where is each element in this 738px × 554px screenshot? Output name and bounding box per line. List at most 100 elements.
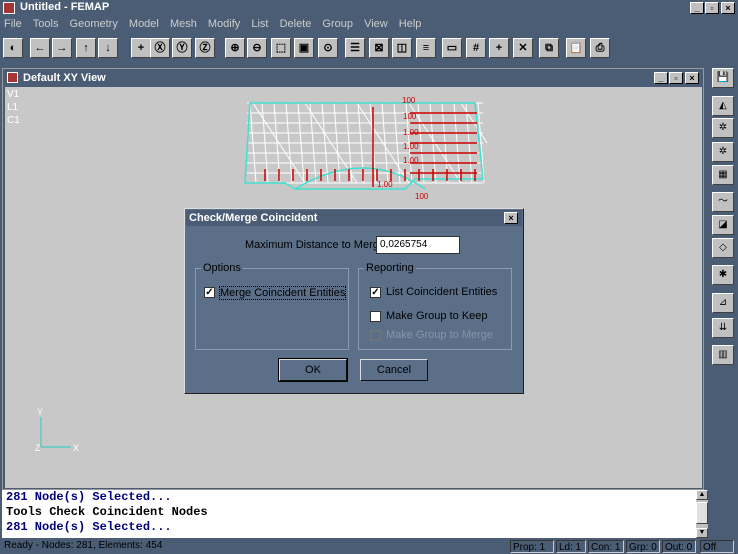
layers-icon[interactable]: ≡ [416, 38, 436, 58]
window-title: Untitled - FEMAP [20, 1, 110, 13]
axis-x-label: X [73, 443, 79, 453]
zoom-in-icon[interactable]: ⊕ [225, 38, 245, 58]
status-text: Ready - Nodes: 281, Elements: 454 [4, 540, 163, 551]
zoom-out-icon[interactable]: ⊖ [247, 38, 267, 58]
arrow-down-icon[interactable]: ⇊ [712, 318, 734, 338]
make-group-keep-label[interactable]: Make Group to Keep [386, 310, 488, 322]
status-con: Con: 1 [588, 540, 624, 553]
save-icon[interactable]: 💾 [712, 68, 734, 88]
merge-coincident-label[interactable]: Merge Coincident Entities [219, 286, 347, 300]
crosshair-icon[interactable]: + [489, 38, 509, 58]
menu-model[interactable]: Model [125, 16, 163, 30]
list-coincident-label[interactable]: List Coincident Entities [386, 286, 497, 298]
status-grp: Grp: 0 [626, 540, 660, 553]
view-minimize-button[interactable]: _ [654, 72, 668, 84]
curve-icon[interactable]: 〜 [712, 192, 734, 212]
main-toolbar: ◐ ← → ↑ ↓ + Ⓧ Ⓨ Ⓩ ⊕ ⊖ ⬚ ▣ ⊙ ☰ ⊠ ◫ ≡ ▭ # + ✕ ⧉ 📋 ⎙ [0, 35, 738, 63]
load-label: 1.00 [403, 128, 419, 137]
menu-geometry[interactable]: Geometry [66, 16, 122, 30]
rotate-x-icon[interactable]: Ⓧ [150, 38, 170, 58]
menu-list[interactable]: List [247, 16, 272, 30]
rotate-z-icon[interactable]: Ⓩ [195, 38, 215, 58]
load-icon[interactable]: ✱ [712, 265, 734, 285]
solid-icon[interactable]: ◫ [392, 38, 412, 58]
load-label: 1.00 [377, 180, 393, 189]
maximize-button[interactable]: ▫ [705, 2, 719, 14]
cancel-button[interactable]: Cancel [360, 359, 428, 381]
max-distance-input[interactable]: 0,0265754 [376, 236, 460, 254]
arrow-left-icon[interactable]: ← [30, 38, 50, 58]
surface-icon[interactable]: ◪ [712, 215, 734, 235]
merge-coincident-checkbox[interactable]: ✓ [204, 287, 215, 298]
status-off: Off [700, 540, 734, 553]
load-label: 100 [402, 96, 416, 105]
window-icon[interactable]: ▭ [442, 38, 462, 58]
make-group-merge-label: Make Group to Merge [386, 329, 493, 341]
options-group [195, 268, 349, 350]
view-maximize-button[interactable]: ▫ [669, 72, 683, 84]
menu-help[interactable]: Help [395, 16, 426, 30]
zoom-box-icon[interactable]: ⬚ [271, 38, 291, 58]
group-icon[interactable]: ▥ [712, 345, 734, 365]
console-scrollbar[interactable]: ▲ ▼ [696, 490, 708, 538]
geometry-icon[interactable]: ◭ [712, 96, 734, 116]
copy-icon[interactable]: ⧉ [539, 38, 559, 58]
view-close-button[interactable]: × [685, 72, 699, 84]
solid-icon[interactable]: ◇ [712, 238, 734, 258]
autoscale-icon[interactable]: ▣ [294, 38, 314, 58]
print-icon[interactable]: ⎙ [590, 38, 610, 58]
scroll-up-icon[interactable]: ▲ [696, 490, 708, 500]
grid-icon[interactable]: # [466, 38, 486, 58]
constraint-icon[interactable]: ⊿ [712, 293, 734, 313]
scroll-down-icon[interactable]: ▼ [696, 528, 708, 538]
list-coincident-checkbox[interactable]: ✓ [370, 287, 381, 298]
arrow-down-icon[interactable]: ↓ [98, 38, 118, 58]
load-label: 100 [415, 192, 429, 201]
rotate-y-icon[interactable]: Ⓨ [172, 38, 192, 58]
menu-group[interactable]: Group [318, 16, 357, 30]
dialog-title-bar: Check/Merge Coincident × [186, 210, 522, 226]
minimize-button[interactable]: _ [690, 2, 704, 14]
arrow-up-icon[interactable]: ↑ [76, 38, 96, 58]
status-ld: Ld: 1 [556, 540, 586, 553]
box-icon[interactable]: ⊠ [369, 38, 389, 58]
axis-z-label: Z [35, 443, 41, 453]
dialog-close-button[interactable]: × [504, 212, 518, 224]
load-label: 1.00 [403, 156, 419, 165]
max-distance-label: Maximum Distance to Merge [245, 239, 385, 251]
console-line: 281 Node(s) Selected... [6, 520, 172, 534]
options-group-label: Options [201, 262, 243, 274]
load-label: 1.00 [403, 142, 419, 151]
menu-modify[interactable]: Modify [204, 16, 244, 30]
list-view-icon[interactable]: ☰ [345, 38, 365, 58]
menu-delete[interactable]: Delete [276, 16, 316, 30]
elements-icon[interactable]: ✲ [712, 142, 734, 162]
cross-icon[interactable]: ✕ [513, 38, 533, 58]
axis-triad [40, 417, 71, 448]
status-bar: Ready - Nodes: 281, Elements: 454 Prop: … [0, 539, 738, 554]
ok-button[interactable]: OK [278, 358, 348, 382]
rotate-icon[interactable]: ◐ [3, 38, 23, 58]
app-icon[interactable] [3, 2, 15, 14]
scroll-thumb[interactable] [696, 502, 708, 524]
make-group-keep-checkbox[interactable] [370, 311, 381, 322]
menu-bar: File Tools Geometry Model Mesh Modify Li… [0, 16, 738, 34]
view-icon [7, 72, 18, 83]
dialog-title: Check/Merge Coincident [189, 212, 318, 224]
menu-view[interactable]: View [360, 16, 392, 30]
nodes-icon[interactable]: ✲ [712, 118, 734, 138]
load-label: 100 [403, 112, 417, 121]
center-icon[interactable]: ⊙ [318, 38, 338, 58]
menu-mesh[interactable]: Mesh [166, 16, 201, 30]
message-console[interactable]: 281 Node(s) Selected... Tools Check Coin… [2, 490, 696, 538]
mesh-icon[interactable]: ▦ [712, 165, 734, 185]
console-line: 281 Node(s) Selected... [6, 490, 172, 504]
paste-icon[interactable]: 📋 [566, 38, 586, 58]
view-title: Default XY View [23, 72, 106, 84]
menu-tools[interactable]: Tools [29, 16, 63, 30]
close-button[interactable]: × [721, 2, 735, 14]
menu-file[interactable]: File [0, 16, 26, 30]
plus-icon[interactable]: + [131, 38, 151, 58]
view-title-bar: Default XY View _ ▫ × [4, 70, 702, 86]
arrow-right-icon[interactable]: → [52, 38, 72, 58]
